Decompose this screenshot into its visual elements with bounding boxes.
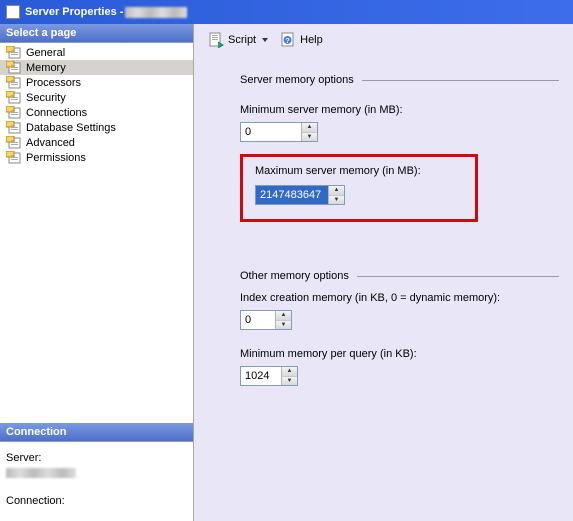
- page-icon: [6, 91, 22, 104]
- page-icon: [6, 121, 22, 134]
- left-spacer: [0, 167, 193, 423]
- select-page-header: Select a page: [0, 24, 193, 43]
- chevron-down-icon: [262, 38, 268, 42]
- page-icon: [6, 46, 22, 59]
- max-memory-highlight: Maximum server memory (in MB): ▲▼: [240, 154, 478, 222]
- script-button[interactable]: Script: [204, 30, 272, 50]
- sidebar-item-label: Advanced: [26, 137, 75, 149]
- group-divider: [362, 80, 559, 81]
- page-icon: [6, 61, 22, 74]
- sidebar-item-connections[interactable]: Connections: [0, 105, 193, 120]
- page-icon: [6, 76, 22, 89]
- sidebar-item-processors[interactable]: Processors: [0, 75, 193, 90]
- index-memory-updown[interactable]: ▲▼: [275, 311, 291, 329]
- index-memory-label: Index creation memory (in KB, 0 = dynami…: [240, 292, 559, 304]
- window-title-servername: [125, 7, 187, 18]
- connection-panel: Server: Connection:: [0, 442, 193, 521]
- sidebar-item-permissions[interactable]: Permissions: [0, 150, 193, 165]
- page-icon: [6, 136, 22, 149]
- min-memory-updown[interactable]: ▲▼: [301, 123, 317, 141]
- server-value: [6, 468, 76, 478]
- help-label: Help: [300, 34, 323, 46]
- up-arrow-icon[interactable]: ▲: [276, 311, 291, 321]
- max-memory-label: Maximum server memory (in MB):: [255, 165, 463, 177]
- sidebar-item-label: General: [26, 47, 65, 59]
- page-list: General Memory Processors Security Connectio…: [0, 43, 193, 167]
- minquery-input[interactable]: [241, 367, 281, 385]
- minquery-spinner[interactable]: ▲▼: [240, 366, 298, 386]
- script-icon: [208, 32, 224, 48]
- down-arrow-icon[interactable]: ▼: [276, 321, 291, 330]
- help-button[interactable]: ? Help: [276, 30, 327, 50]
- sidebar-item-general[interactable]: General: [0, 45, 193, 60]
- sidebar-item-label: Security: [26, 92, 66, 104]
- connection-label: Connection:: [6, 495, 187, 507]
- minquery-label: Minimum memory per query (in KB):: [240, 348, 559, 360]
- min-memory-input[interactable]: [241, 123, 301, 141]
- connection-header: Connection: [0, 423, 193, 442]
- window-title-prefix: Server Properties -: [25, 6, 123, 18]
- sidebar-item-security[interactable]: Security: [0, 90, 193, 105]
- server-memory-options-group: Server memory options: [240, 74, 559, 86]
- sidebar-item-database-settings[interactable]: Database Settings: [0, 120, 193, 135]
- sidebar-item-label: Database Settings: [26, 122, 116, 134]
- sidebar-item-label: Connections: [26, 107, 87, 119]
- server-memory-options-label: Server memory options: [240, 74, 354, 86]
- max-memory-input[interactable]: [256, 186, 328, 204]
- min-memory-spinner[interactable]: ▲▼: [240, 122, 318, 142]
- down-arrow-icon[interactable]: ▼: [329, 196, 344, 205]
- up-arrow-icon[interactable]: ▲: [329, 186, 344, 196]
- min-memory-label: Minimum server memory (in MB):: [240, 104, 559, 116]
- other-memory-options-label: Other memory options: [240, 270, 349, 282]
- up-arrow-icon[interactable]: ▲: [302, 123, 317, 133]
- server-label: Server:: [6, 452, 187, 464]
- right-panel: Script ? Help Server memory options Mini…: [194, 24, 573, 521]
- sidebar-item-memory[interactable]: Memory: [0, 60, 193, 75]
- script-label: Script: [228, 34, 256, 46]
- down-arrow-icon[interactable]: ▼: [282, 377, 297, 386]
- index-memory-spinner[interactable]: ▲▼: [240, 310, 292, 330]
- sidebar-item-label: Permissions: [26, 152, 86, 164]
- page-icon: [6, 106, 22, 119]
- up-arrow-icon[interactable]: ▲: [282, 367, 297, 377]
- titlebar: Server Properties -: [0, 0, 573, 24]
- page-icon: [6, 151, 22, 164]
- index-memory-input[interactable]: [241, 311, 275, 329]
- memory-page-content: Server memory options Minimum server mem…: [194, 56, 573, 386]
- help-icon: ?: [280, 32, 296, 48]
- minquery-updown[interactable]: ▲▼: [281, 367, 297, 385]
- sidebar-item-label: Processors: [26, 77, 81, 89]
- sidebar-item-label: Memory: [26, 62, 66, 74]
- svg-text:?: ?: [285, 38, 289, 45]
- other-memory-options-group: Other memory options: [240, 270, 559, 282]
- toolbar: Script ? Help: [194, 24, 573, 56]
- group-divider: [357, 276, 559, 277]
- left-panel: Select a page General Memory Processors Sec…: [0, 24, 194, 521]
- max-memory-spinner[interactable]: ▲▼: [255, 185, 345, 205]
- main-layout: Select a page General Memory Processors Sec…: [0, 24, 573, 521]
- down-arrow-icon[interactable]: ▼: [302, 133, 317, 142]
- sidebar-item-advanced[interactable]: Advanced: [0, 135, 193, 150]
- app-icon: [6, 5, 20, 19]
- max-memory-updown[interactable]: ▲▼: [328, 186, 344, 204]
